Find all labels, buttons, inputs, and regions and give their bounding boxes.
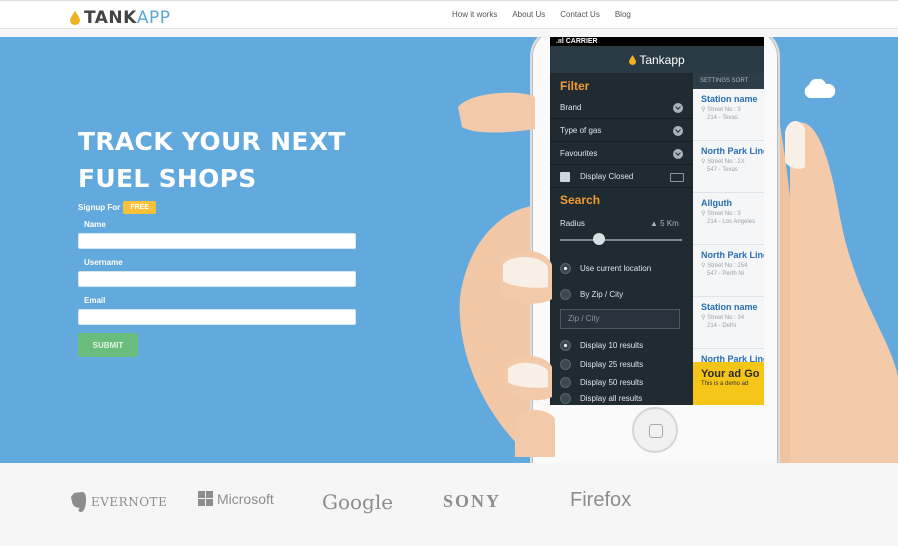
- brand-google-label: Google: [322, 490, 394, 514]
- station-street: ⚲ Street No : 34: [701, 315, 745, 321]
- fuel-drop-icon: [629, 54, 637, 65]
- station-street-text: Street No : 3: [707, 211, 741, 217]
- station-street-text: Street No : 34: [707, 315, 745, 321]
- station-street: ⚲ Street No : 3: [701, 107, 741, 113]
- nav-link-blog[interactable]: Blog: [615, 10, 631, 19]
- brand-sony-label: SONY: [443, 491, 502, 511]
- list-item[interactable]: North Park Line ⚲ Street No : 254 547 - …: [693, 245, 764, 297]
- list-item[interactable]: Station name ⚲ Street No : 34 214 - Delh…: [693, 297, 764, 349]
- radius-slider[interactable]: [560, 239, 682, 241]
- phone-home-button: [632, 407, 678, 453]
- radio-icon: [560, 359, 571, 370]
- keyboard-icon: [670, 173, 684, 182]
- radius-value: ▲ 5 Km: [650, 219, 679, 228]
- search-heading: Search: [560, 193, 601, 207]
- zip-city-label: By Zip / City: [580, 290, 624, 299]
- results-50-label: Display 50 results: [580, 378, 644, 387]
- filter-favourites[interactable]: Favourites: [550, 143, 693, 165]
- radio-icon: [560, 340, 571, 351]
- logo-text-tank: TANK: [84, 8, 137, 28]
- phone-screen: .ııl CARRIER Tankapp Filter Brand Type o…: [550, 37, 764, 405]
- nav-link-contact-us[interactable]: Contact Us: [560, 10, 600, 19]
- station-name: Station name: [701, 94, 758, 104]
- station-name: North Park Line: [701, 146, 764, 156]
- filter-favourites-label: Favourites: [560, 149, 598, 158]
- chevron-down-icon: [673, 126, 683, 136]
- hero-section: TRACK YOUR NEXT FUEL SHOPS Signup For FR…: [0, 37, 898, 463]
- radio-icon: [560, 263, 571, 274]
- option-current-location[interactable]: Use current location: [550, 257, 693, 281]
- radius-slider-handle[interactable]: [593, 233, 605, 245]
- list-item[interactable]: North Park Line ⚲ Street No : 2X 547 - T…: [693, 141, 764, 193]
- filter-heading: Filter: [560, 79, 590, 93]
- option-all-results[interactable]: Display all results: [550, 387, 693, 405]
- brand-google: Google: [322, 490, 393, 514]
- filter-panel: Filter Brand Type of gas Favourites Disp…: [550, 73, 693, 405]
- nav-link-about-us[interactable]: About Us: [512, 10, 545, 19]
- nav-links: How it works About Us Contact Us Blog: [452, 10, 646, 19]
- list-item[interactable]: Allguth ⚲ Street No : 3 214 - Los Angele…: [693, 193, 764, 245]
- microsoft-icon: [198, 491, 213, 506]
- station-street: ⚲ Street No : 2X: [701, 159, 745, 165]
- results-25-label: Display 25 results: [580, 360, 644, 369]
- brand-firefox: Firefox: [570, 489, 631, 512]
- brand-evernote-label: EVERNOTE: [91, 495, 168, 509]
- filter-gas-label: Type of gas: [560, 126, 602, 135]
- app-title: Tankapp: [639, 52, 685, 67]
- brand-microsoft: Microsoft: [198, 491, 274, 507]
- checkbox-icon[interactable]: [560, 172, 570, 182]
- radio-icon: [560, 393, 571, 404]
- filter-brand-label: Brand: [560, 103, 582, 112]
- brand-firefox-label: Firefox: [570, 489, 632, 511]
- tankapp-logo[interactable]: TANK APP: [70, 8, 170, 28]
- station-area: 214 - Texas: [707, 115, 738, 121]
- station-area: 214 - Los Angeles: [707, 219, 756, 225]
- station-name: North Park Line: [701, 250, 764, 260]
- station-street-text: Street No : 254: [707, 263, 748, 269]
- filter-brand[interactable]: Brand: [550, 97, 693, 119]
- results-all-label: Display all results: [580, 394, 643, 403]
- fuel-drop-icon: [70, 11, 80, 25]
- station-name: Station name: [701, 302, 758, 312]
- logo-text-app: APP: [136, 8, 171, 28]
- station-area: 214 - Delhi: [707, 323, 737, 329]
- zip-city-input[interactable]: Zip / City: [560, 309, 680, 329]
- brand-microsoft-label: Microsoft: [217, 491, 274, 507]
- filter-type-of-gas[interactable]: Type of gas: [550, 120, 693, 142]
- list-item[interactable]: Station name ⚲ Street No : 3 214 - Texas: [693, 89, 764, 141]
- display-closed-label: Display Closed: [580, 172, 634, 181]
- station-list: SETTINGS SORT Station name ⚲ Street No :…: [693, 73, 764, 405]
- option-zip-city[interactable]: By Zip / City: [550, 283, 693, 307]
- display-closed-toggle[interactable]: Display Closed: [550, 166, 693, 188]
- ad-banner[interactable]: Your ad Go This is a demo ad: [693, 362, 764, 405]
- nav-link-how-it-works[interactable]: How it works: [452, 10, 497, 19]
- app-title-bar: Tankapp: [550, 46, 764, 73]
- radius-value-text: 5 Km: [660, 219, 679, 228]
- station-street: ⚲ Street No : 254: [701, 263, 748, 269]
- radio-icon: [560, 289, 571, 300]
- evernote-icon: [71, 492, 86, 512]
- current-location-label: Use current location: [580, 264, 652, 273]
- results-10-label: Display 10 results: [580, 341, 644, 350]
- ad-subtitle: This is a demo ad: [701, 381, 749, 387]
- brand-sony: SONY: [443, 491, 501, 512]
- station-area: 547 - Perth Ni: [707, 271, 745, 277]
- phone-mockup: .ııl CARRIER Tankapp Filter Brand Type o…: [530, 37, 780, 463]
- station-street-text: Street No : 2X: [707, 159, 745, 165]
- station-name: Allguth: [701, 198, 732, 208]
- station-street-text: Street No : 3: [707, 107, 741, 113]
- station-area: 547 - Texas: [707, 167, 738, 173]
- chevron-down-icon: [673, 149, 683, 159]
- status-bar: .ııl CARRIER: [550, 37, 764, 46]
- top-navbar: TANK APP How it works About Us Contact Us…: [0, 0, 898, 29]
- ad-title: Your ad Go: [701, 368, 760, 380]
- brand-evernote: EVERNOTE: [70, 491, 167, 513]
- list-tabs[interactable]: SETTINGS SORT: [693, 73, 764, 89]
- station-street: ⚲ Street No : 3: [701, 211, 741, 217]
- chevron-down-icon: [673, 103, 683, 113]
- partner-brands: EVERNOTE Microsoft Google SONY Firefox: [0, 463, 898, 546]
